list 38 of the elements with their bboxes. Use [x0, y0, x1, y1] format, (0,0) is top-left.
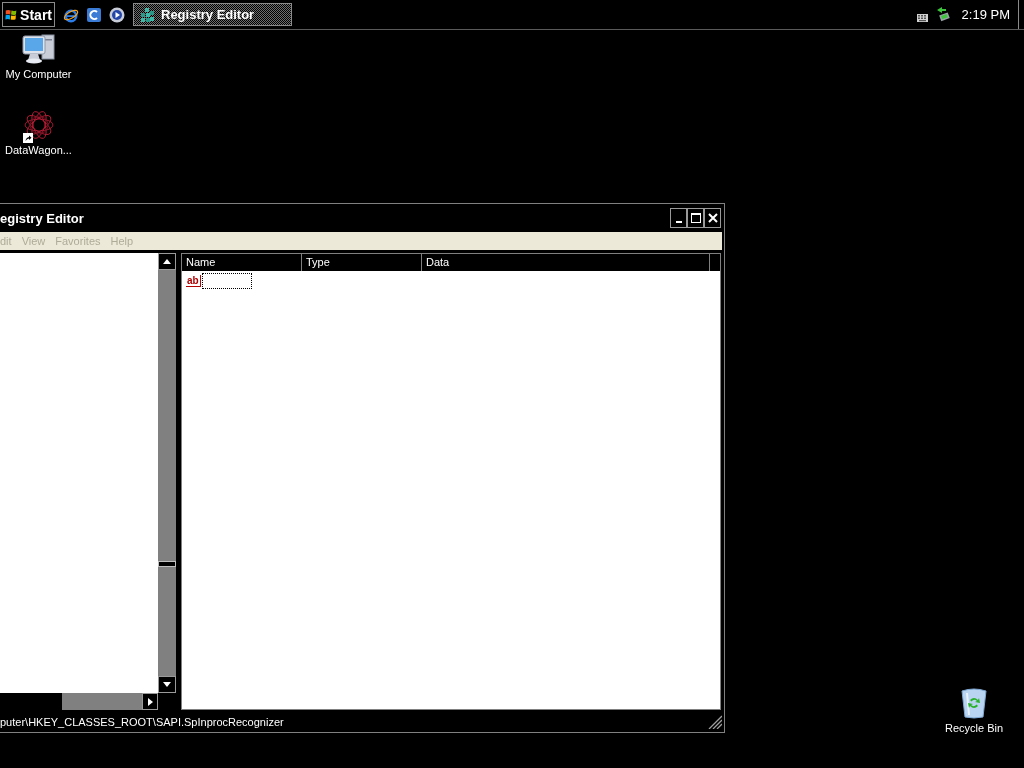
trash-bin-icon[interactable] [959, 687, 989, 719]
status-path: puter\HKEY_CLASSES_ROOT\SAPI.SpInprocRecognizer [0, 716, 284, 728]
maximize-button[interactable] [687, 208, 704, 228]
column-header[interactable]: Type [302, 254, 422, 271]
right-arrow-icon [147, 697, 153, 706]
start-button[interactable]: Start [2, 2, 55, 27]
scrollbar-thumb[interactable] [158, 561, 176, 567]
cubes-icon [139, 6, 155, 23]
column-header[interactable]: Name [182, 254, 302, 271]
close-icon [707, 213, 718, 223]
minimize-icon [675, 221, 682, 223]
icon-label[interactable]: My Computer [5, 68, 72, 81]
up-arrow-icon [163, 259, 171, 264]
scrollbar-thumb[interactable] [0, 693, 62, 710]
app-tile-icon[interactable] [86, 6, 102, 23]
horizontal-scrollbar[interactable] [0, 693, 158, 710]
connection-icon[interactable] [935, 7, 950, 22]
down-arrow-icon [163, 682, 171, 687]
scroll-right-button[interactable] [142, 693, 158, 710]
spirograph-icon[interactable] [22, 109, 55, 141]
keyboard-icon[interactable] [916, 13, 928, 22]
minimize-button[interactable] [670, 208, 687, 228]
vertical-scrollbar[interactable] [158, 253, 176, 693]
scroll-up-button[interactable] [158, 253, 176, 270]
window-title: egistry Editor [0, 210, 85, 226]
play-icon[interactable] [109, 6, 125, 23]
computer-icon[interactable] [21, 33, 56, 65]
size-grip-icon[interactable] [708, 715, 722, 729]
column-header[interactable]: Data [422, 254, 710, 271]
icon-label[interactable]: DataWagon... [5, 144, 72, 157]
icon-label[interactable]: Recycle Bin [944, 722, 1004, 735]
name-edit-field[interactable] [201, 272, 252, 289]
close-button[interactable] [704, 208, 721, 228]
clock[interactable]: 2:19 PM [961, 7, 1010, 22]
maximize-icon [690, 213, 701, 223]
taskbar-button[interactable]: Registry Editor [133, 3, 292, 26]
value-type-icon: ab [186, 274, 201, 287]
scroll-down-button[interactable] [158, 676, 176, 693]
